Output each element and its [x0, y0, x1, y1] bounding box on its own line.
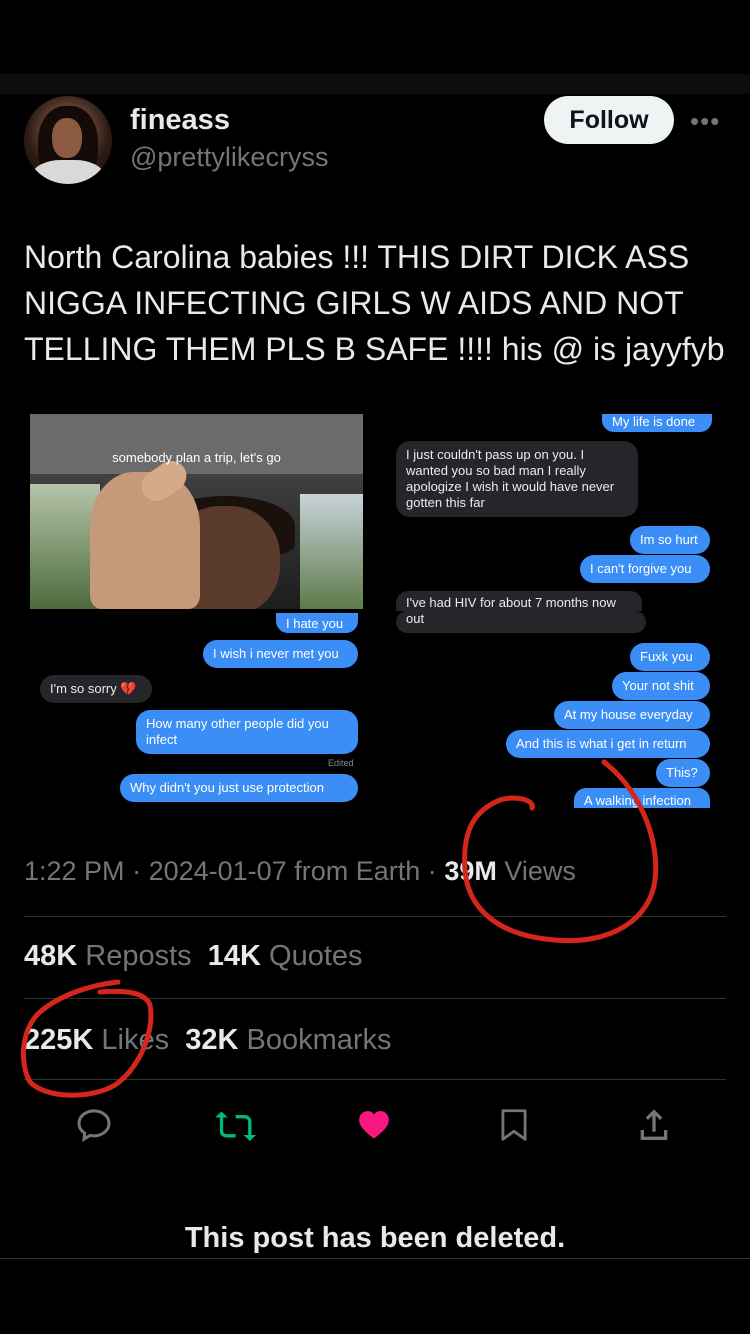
author-name[interactable]: fineass [130, 104, 230, 137]
tweet-text: North Carolina babies !!! THIS DIRT DICK… [24, 239, 725, 367]
heart-icon [359, 1111, 389, 1139]
message-bubble: My life is done [602, 414, 712, 432]
message-bubble: How many other people did you infect [136, 710, 358, 754]
meta-separator: · [427, 856, 437, 886]
reply-button[interactable] [69, 1100, 119, 1150]
likes-stat[interactable]: 225K Likes [24, 1024, 169, 1056]
message-bubble: I just couldn't pass up on you. I wanted… [396, 441, 638, 517]
quotes-label: Quotes [269, 940, 363, 972]
bookmarks-label: Bookmarks [246, 1024, 392, 1056]
message-bubble: Your not shit [612, 672, 710, 700]
message-bubble: Fuxk you [630, 643, 710, 671]
divider [24, 916, 726, 917]
reply-icon [77, 1109, 111, 1143]
quotes-count: 14K [207, 940, 261, 972]
likes-count: 225K [24, 1024, 94, 1056]
more-options-icon[interactable]: ••• [690, 106, 720, 137]
avatar[interactable] [24, 96, 112, 184]
likes-label: Likes [101, 1024, 170, 1056]
deleted-notice: This post has been deleted. [184, 1222, 566, 1254]
message-bubble: I wish i never met you [203, 640, 358, 668]
media-photo[interactable]: somebody plan a trip, let's go [30, 414, 363, 609]
bookmarks-count: 32K [185, 1024, 239, 1056]
divider [24, 998, 726, 999]
bookmark-button[interactable] [489, 1100, 539, 1150]
action-bar [0, 1100, 750, 1150]
message-bubble: And this is what i get in return [506, 730, 710, 758]
divider [24, 1079, 726, 1080]
author-handle[interactable]: @prettylikecryss [130, 142, 328, 173]
reposts-stat[interactable]: 48K Reposts [24, 940, 192, 972]
edited-label: Edited [328, 758, 354, 768]
message-bubble: Why didn't you just use protection [120, 774, 358, 802]
stats-row-2: 225K Likes 32K Bookmarks [24, 1024, 392, 1057]
message-bubble: I hate you [276, 613, 358, 633]
repost-button[interactable] [209, 1100, 259, 1150]
message-bubble: Im so hurt [630, 526, 710, 554]
quotes-stat[interactable]: 14K Quotes [208, 940, 363, 972]
divider [0, 1258, 750, 1259]
message-bubble: out [396, 611, 646, 633]
repost-icon [215, 1111, 256, 1141]
message-bubble: I can't forgive you [580, 555, 710, 583]
share-icon [640, 1109, 668, 1140]
message-bubble: I'm so sorry 💔 [40, 675, 152, 703]
top-bar [0, 74, 750, 94]
bookmark-icon [501, 1109, 527, 1141]
tweet-source: from Earth [294, 856, 421, 886]
views-label: Views [504, 856, 576, 886]
message-bubble: At my house everyday [554, 701, 710, 729]
reposts-label: Reposts [85, 940, 192, 972]
share-button[interactable] [629, 1100, 679, 1150]
stats-row-1: 48K Reposts 14K Quotes [24, 940, 363, 973]
reposts-count: 48K [24, 940, 78, 972]
message-bubble: I've had HIV for about 7 months now [396, 591, 642, 611]
follow-button[interactable]: Follow [544, 96, 674, 144]
photo-caption: somebody plan a trip, let's go [112, 450, 281, 465]
tweet-time[interactable]: 1:22 PM [24, 856, 125, 886]
tweet-meta: 1:22 PM · 2024-01-07 from Earth · 39M Vi… [24, 856, 576, 887]
message-bubble: A walking infection [574, 788, 710, 808]
meta-separator: · [132, 856, 142, 886]
tweet-date[interactable]: 2024-01-07 [149, 856, 287, 886]
like-button[interactable] [349, 1100, 399, 1150]
bookmarks-stat[interactable]: 32K Bookmarks [185, 1024, 391, 1056]
message-bubble: This? [656, 759, 710, 787]
views-count: 39M [444, 856, 497, 886]
